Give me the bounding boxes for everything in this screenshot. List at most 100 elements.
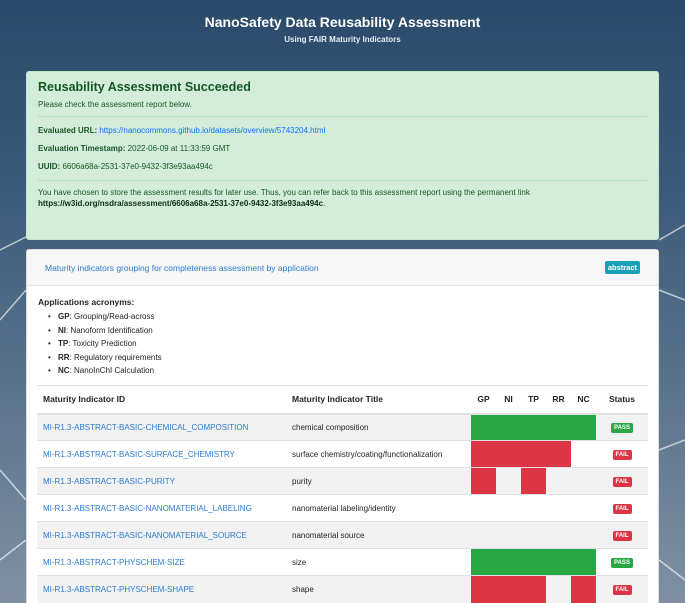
indicator-title: chemical composition <box>286 413 471 441</box>
app-cell <box>571 494 596 522</box>
indicator-id-link[interactable]: MI-R1.3-ABSTRACT-BASIC-SURFACE_CHEMISTRY <box>37 440 286 468</box>
app-cell <box>496 467 521 495</box>
timestamp-label: Evaluation Timestamp: <box>38 144 126 153</box>
col-nc: NC <box>571 385 596 415</box>
app-cell <box>471 467 496 495</box>
app-cell <box>571 413 596 441</box>
permanent-link[interactable]: https://w3id.org/nsdra/assessment/6606a6… <box>38 199 323 208</box>
grouping-link[interactable]: Maturity indicators grouping for complet… <box>45 263 319 273</box>
acronym-desc: : NanoInChI Calculation <box>69 366 155 375</box>
alert-divider <box>38 116 647 117</box>
period: . <box>323 199 326 208</box>
acronym-code: TP <box>58 339 69 348</box>
timestamp-value: 2022-06-09 at 11:33:59 GMT <box>127 144 231 153</box>
table-row: MI-R1.3-ABSTRACT-PHYSCHEM-SHAPE shape FAIL <box>37 575 648 603</box>
app-cell <box>571 521 596 549</box>
table-body: MI-R1.3-ABSTRACT-BASIC-CHEMICAL_COMPOSIT… <box>37 413 648 603</box>
status-badge: FAIL <box>612 530 632 541</box>
indicator-id-link[interactable]: MI-R1.3-ABSTRACT-BASIC-NANOMATERIAL_LABE… <box>37 494 286 522</box>
app-cell <box>546 575 571 603</box>
table-row: MI-R1.3-ABSTRACT-PHYSCHEM-SIZE size PASS <box>37 548 648 576</box>
indicator-title: shape <box>286 575 471 603</box>
status-badge: FAIL <box>612 476 632 487</box>
store-text: You have chosen to store the assessment … <box>38 188 530 197</box>
table-row: MI-R1.3-ABSTRACT-BASIC-PURITY purity FAIL <box>37 467 648 495</box>
app-cell <box>571 440 596 468</box>
app-cell <box>521 413 546 441</box>
app-cell <box>521 521 546 549</box>
evaluated-url-link[interactable]: https://nanocommons.github.io/datasets/o… <box>99 126 325 135</box>
app-cell <box>471 575 496 603</box>
indicator-title: size <box>286 548 471 576</box>
acronym-item: RR: Regulatory requirements <box>48 351 646 365</box>
indicator-title: surface chemistry/coating/functionalizat… <box>286 440 471 468</box>
app-cell <box>571 548 596 576</box>
table-header-row: Maturity Indicator ID Maturity Indicator… <box>37 385 648 415</box>
assessment-card: Maturity indicators grouping for complet… <box>26 249 659 603</box>
app-cell <box>571 467 596 495</box>
app-cell <box>496 548 521 576</box>
uuid-label: UUID: <box>38 162 61 171</box>
status-badge: FAIL <box>612 449 632 460</box>
app-cell <box>571 575 596 603</box>
indicator-title: nanomaterial source <box>286 521 471 549</box>
app-cell <box>521 575 546 603</box>
col-title: Maturity Indicator Title <box>286 385 471 415</box>
acronym-code: NC <box>58 366 70 375</box>
app-cell <box>496 440 521 468</box>
col-id: Maturity Indicator ID <box>37 385 286 415</box>
status-cell: PASS <box>596 413 648 441</box>
status-badge: FAIL <box>612 503 632 514</box>
acronym-desc: : Regulatory requirements <box>69 352 162 362</box>
app-cell <box>496 413 521 441</box>
acronym-desc: : Nanoform Identification <box>66 325 153 335</box>
store-notice: You have chosen to store the assessment … <box>38 187 647 209</box>
app-cell <box>471 440 496 468</box>
page-subtitle: Using FAIR Maturity Indicators <box>284 35 401 44</box>
uuid-row: UUID: 6606a68a-2531-37e0-9432-3f3e93aa49… <box>38 162 647 171</box>
app-cell <box>471 521 496 549</box>
timestamp-row: Evaluation Timestamp: 2022-06-09 at 11:3… <box>38 144 647 153</box>
status-cell: PASS <box>596 548 648 576</box>
app-cell <box>471 494 496 522</box>
app-cell <box>546 548 571 576</box>
status-cell: FAIL <box>596 494 648 522</box>
app-cell <box>546 413 571 441</box>
col-gp: GP <box>471 385 496 415</box>
card-header: Maturity indicators grouping for complet… <box>27 250 658 286</box>
col-tp: TP <box>521 385 546 415</box>
acronym-item: NC: NanoInChI Calculation <box>48 364 646 378</box>
acronyms-section: Applications acronyms: GP: Grouping/Read… <box>27 286 658 378</box>
acronym-item: GP: Grouping/Read-across <box>48 310 646 324</box>
status-cell: FAIL <box>596 521 648 549</box>
acronyms-heading: Applications acronyms: <box>38 297 135 307</box>
acronym-desc: : Grouping/Read-across <box>69 312 155 321</box>
app-cell <box>546 494 571 522</box>
alert-heading: Reusability Assessment Succeeded <box>38 80 251 94</box>
indicator-id-link[interactable]: MI-R1.3-ABSTRACT-BASIC-NANOMATERIAL_SOUR… <box>37 521 286 549</box>
status-cell: FAIL <box>596 440 648 468</box>
col-status: Status <box>596 385 648 415</box>
indicator-id-link[interactable]: MI-R1.3-ABSTRACT-BASIC-CHEMICAL_COMPOSIT… <box>37 413 286 441</box>
page-header: NanoSafety Data Reusability Assessment U… <box>0 0 685 60</box>
app-cell <box>496 575 521 603</box>
acronym-code: NI <box>58 325 66 335</box>
app-cell <box>521 494 546 522</box>
app-cell <box>521 440 546 468</box>
acronym-desc: : Toxicity Prediction <box>68 339 137 348</box>
abstract-badge: abstract <box>604 261 640 274</box>
acronym-code: RR <box>58 352 70 362</box>
acronym-item: NI: Nanoform Identification <box>48 324 646 338</box>
indicator-id-link[interactable]: MI-R1.3-ABSTRACT-PHYSCHEM-SHAPE <box>37 575 286 603</box>
status-badge: PASS <box>611 422 633 433</box>
app-cell <box>471 548 496 576</box>
app-cell <box>546 440 571 468</box>
acronyms-list: GP: Grouping/Read-across NI: Nanoform Id… <box>38 310 646 378</box>
app-cell <box>496 494 521 522</box>
alert-subtitle: Please check the assessment report below… <box>38 100 192 109</box>
col-ni: NI <box>496 385 521 415</box>
table-row: MI-R1.3-ABSTRACT-BASIC-CHEMICAL_COMPOSIT… <box>37 413 648 441</box>
table-row: MI-R1.3-ABSTRACT-BASIC-NANOMATERIAL_LABE… <box>37 494 648 522</box>
indicator-id-link[interactable]: MI-R1.3-ABSTRACT-PHYSCHEM-SIZE <box>37 548 286 576</box>
indicator-id-link[interactable]: MI-R1.3-ABSTRACT-BASIC-PURITY <box>37 467 286 495</box>
